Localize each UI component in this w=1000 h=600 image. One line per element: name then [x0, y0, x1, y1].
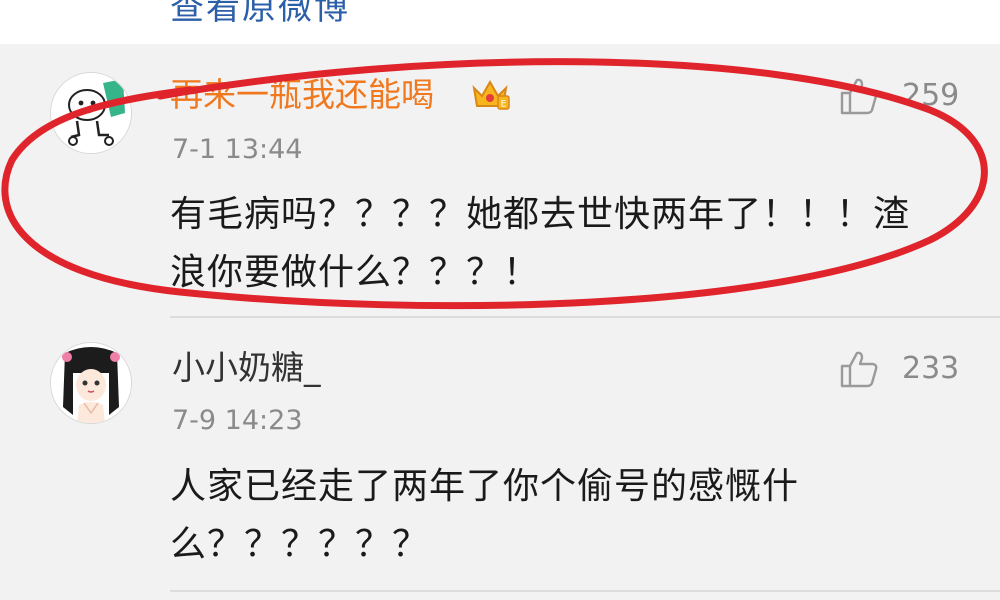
comment-divider [170, 316, 1000, 318]
thumbs-up-icon [840, 78, 878, 115]
comment-text: 有毛病吗？？？？她都去世快两年了！！！渣 浪你要做什么？？？！ [170, 194, 911, 293]
comment-timestamp: 7-1 13:44 [172, 134, 303, 165]
comment-feed: 查看原微博 再来一瓶我还能喝 E 7-1 13:44 259 有毛病吗？？？？她… [0, 0, 1000, 600]
like-count: 233 [902, 351, 960, 386]
comment-text: 人家已经走了两年了你个偷号的感慨什 么？？？？？？ [170, 466, 800, 565]
avatar[interactable] [50, 342, 132, 424]
crown-icon: E [472, 79, 510, 110]
view-original-link[interactable]: 查看原微博 [170, 0, 350, 29]
svg-text:E: E [501, 100, 507, 110]
like-button[interactable]: 233 [838, 347, 959, 391]
comment-username[interactable]: 再来一瓶我还能喝 [170, 78, 434, 111]
avatar[interactable] [50, 72, 132, 154]
top-header-strip: 查看原微博 [0, 0, 1000, 44]
like-button[interactable]: 259 [838, 74, 959, 118]
thumbs-up-icon [840, 351, 878, 388]
comment-divider [170, 590, 1000, 592]
comment-timestamp: 7-9 14:23 [172, 405, 303, 436]
like-count: 259 [902, 78, 960, 113]
comment-username[interactable]: 小小奶糖_ [172, 351, 321, 384]
